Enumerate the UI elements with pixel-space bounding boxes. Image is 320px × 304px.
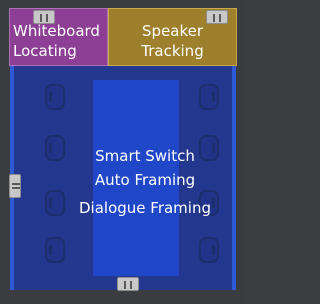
chair-icon (199, 84, 219, 110)
chair-icon (199, 237, 219, 263)
whiteboard-locating-zone[interactable]: Whiteboard Locating (9, 8, 108, 66)
framing-zone-editor: Whiteboard Locating Speaker Tracking Sma… (0, 0, 245, 304)
mode-auto-framing: Auto Framing (94, 171, 196, 189)
resize-handle-icon[interactable] (206, 10, 228, 24)
resize-handle-icon[interactable] (117, 277, 139, 291)
speaker-zone-label: Speaker Tracking (141, 22, 204, 60)
chair-icon (45, 84, 65, 110)
room-right-edge (232, 66, 236, 290)
whiteboard-zone-label: Whiteboard Locating (13, 22, 100, 60)
chair-icon (45, 237, 65, 263)
resize-handle-icon[interactable] (9, 174, 21, 198)
resize-handle-icon[interactable] (33, 10, 55, 24)
mode-dialogue-framing: Dialogue Framing (79, 199, 211, 217)
mode-smart-switch: Smart Switch (95, 147, 195, 165)
